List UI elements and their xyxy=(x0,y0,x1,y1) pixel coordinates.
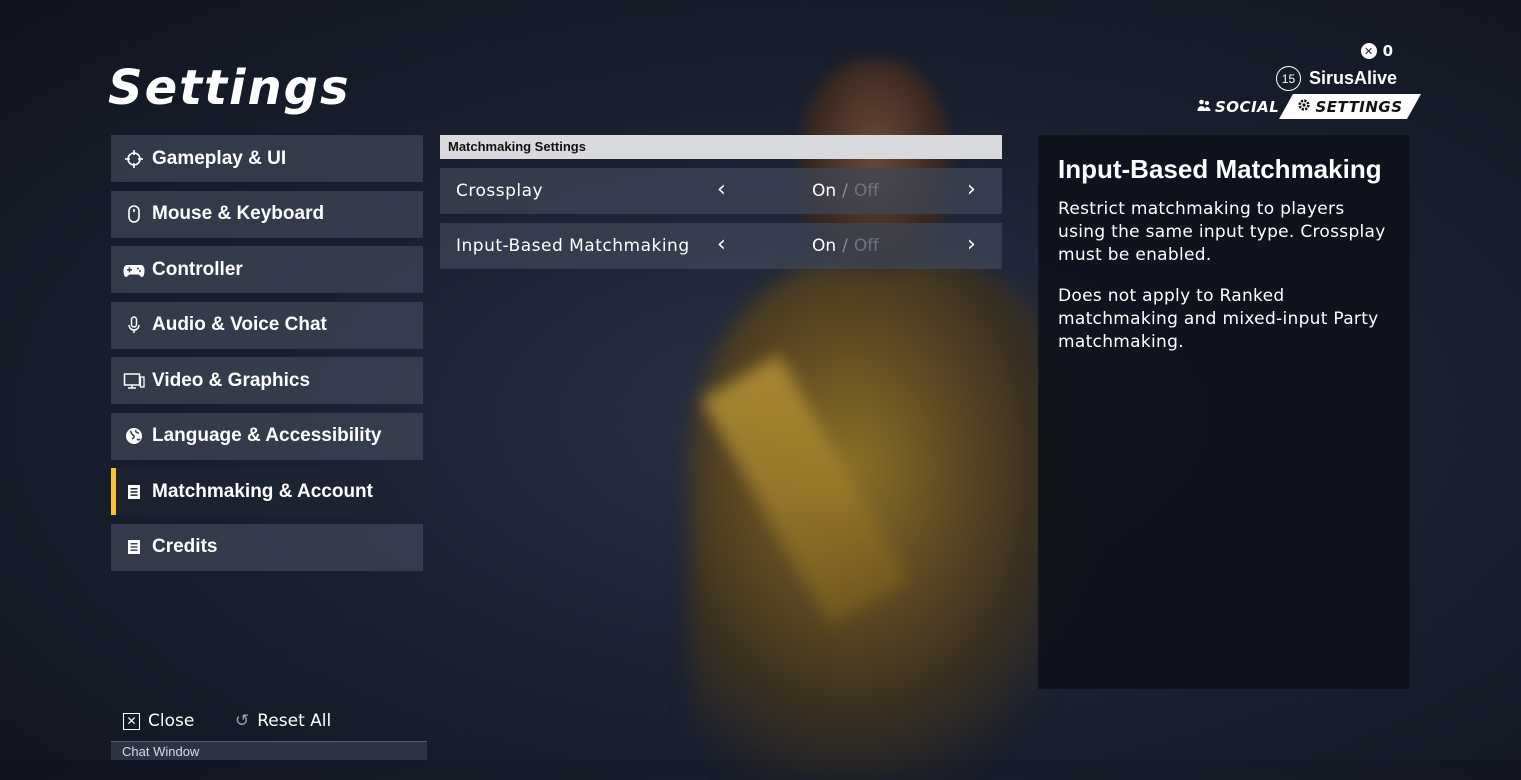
sidebar-item-label: Language & Accessibility xyxy=(152,425,382,446)
globe-icon xyxy=(123,425,145,447)
sidebar-item-video-graphics[interactable]: Video & Graphics xyxy=(111,357,423,404)
document-icon xyxy=(123,481,145,503)
sidebar-item-gameplay-ui[interactable]: Gameplay & UI xyxy=(111,135,423,182)
settings-sidebar: Gameplay & UI Mouse & Keyboard Controlle… xyxy=(111,135,423,579)
currency-amount: 0 xyxy=(1382,42,1393,60)
gamepad-icon xyxy=(123,259,145,281)
option-on: On xyxy=(812,236,837,256)
section-header: Matchmaking Settings xyxy=(440,135,1002,159)
option-off: Off xyxy=(853,236,879,256)
sidebar-item-label: Mouse & Keyboard xyxy=(152,203,325,224)
setting-label: Crossplay xyxy=(456,181,544,201)
sidebar-item-controller[interactable]: Controller xyxy=(111,246,423,293)
tab-settings-label: SETTINGS xyxy=(1315,97,1403,116)
reset-all-button[interactable]: ↺ Reset All xyxy=(235,711,331,731)
sidebar-item-label: Audio & Voice Chat xyxy=(152,314,327,335)
option-off: Off xyxy=(853,181,879,201)
setting-row-crossplay[interactable]: Crossplay ‹ On / Off › xyxy=(440,168,1002,214)
background-character-strap xyxy=(701,354,909,626)
chevron-right-icon[interactable]: › xyxy=(967,179,976,201)
sidebar-item-language-accessibility[interactable]: Language & Accessibility xyxy=(111,412,423,460)
sidebar-item-matchmaking-account[interactable]: Matchmaking & Account xyxy=(111,468,423,515)
reset-label: Reset All xyxy=(257,711,332,731)
background-character-body xyxy=(690,260,1090,780)
chevron-right-icon[interactable]: › xyxy=(967,234,976,256)
monitor-icon xyxy=(123,370,145,392)
chevron-left-icon[interactable]: ‹ xyxy=(717,179,726,201)
sidebar-item-label: Matchmaking & Account xyxy=(152,480,373,502)
sidebar-item-audio-voice-chat[interactable]: Audio & Voice Chat xyxy=(111,301,423,349)
social-icon xyxy=(1197,98,1211,116)
sidebar-item-label: Controller xyxy=(152,258,243,280)
header-tabs: SOCIAL SETTINGS xyxy=(1197,94,1423,119)
page-title: Settings xyxy=(108,60,351,116)
info-title: Input-Based Matchmaking xyxy=(1058,154,1382,184)
sidebar-item-label: Video & Graphics xyxy=(152,369,311,391)
crosshair-icon xyxy=(123,148,145,170)
setting-row-input-based-matchmaking[interactable]: Input-Based Matchmaking ‹ On / Off › xyxy=(440,223,1002,269)
info-description: Restrict matchmaking to players using th… xyxy=(1058,199,1386,265)
option-separator: / xyxy=(842,181,848,201)
gear-icon xyxy=(1297,98,1311,116)
close-label: Close xyxy=(148,711,195,731)
close-icon: ✕ xyxy=(123,712,140,730)
player-level-badge: 15 xyxy=(1275,66,1301,91)
chat-window[interactable]: Chat Window xyxy=(111,741,427,760)
close-button[interactable]: ✕ Close xyxy=(123,711,194,731)
tab-social[interactable]: SOCIAL xyxy=(1197,94,1279,119)
document-icon xyxy=(123,536,145,558)
sidebar-item-label: Gameplay & UI xyxy=(152,147,287,169)
tab-social-label: SOCIAL xyxy=(1215,97,1280,116)
settings-panel: Matchmaking Settings Crossplay ‹ On / Off … xyxy=(440,135,1002,278)
info-panel: Input-Based Matchmaking Restrict matchma… xyxy=(1038,135,1410,689)
reset-icon: ↺ xyxy=(235,711,250,731)
setting-value: On / Off xyxy=(812,236,879,256)
option-separator: / xyxy=(842,236,848,256)
player-name: SirusAlive xyxy=(1308,68,1397,88)
mouse-icon xyxy=(123,203,145,225)
info-note: Does not apply to Ranked matchmaking and… xyxy=(1058,286,1379,352)
tab-settings[interactable]: SETTINGS xyxy=(1279,94,1421,119)
chevron-left-icon[interactable]: ‹ xyxy=(717,234,726,256)
setting-value: On / Off xyxy=(812,181,879,201)
option-on: On xyxy=(812,181,837,201)
currency-icon: ✕ xyxy=(1360,43,1377,59)
sidebar-item-credits[interactable]: Credits xyxy=(111,523,423,571)
microphone-icon xyxy=(123,314,145,336)
sidebar-item-mouse-keyboard[interactable]: Mouse & Keyboard xyxy=(111,190,423,238)
setting-label: Input-Based Matchmaking xyxy=(456,236,690,256)
sidebar-item-label: Credits xyxy=(152,536,218,557)
player-info[interactable]: 15 SirusAlive xyxy=(1275,66,1397,91)
currency-display: ✕ 0 xyxy=(1360,42,1393,60)
